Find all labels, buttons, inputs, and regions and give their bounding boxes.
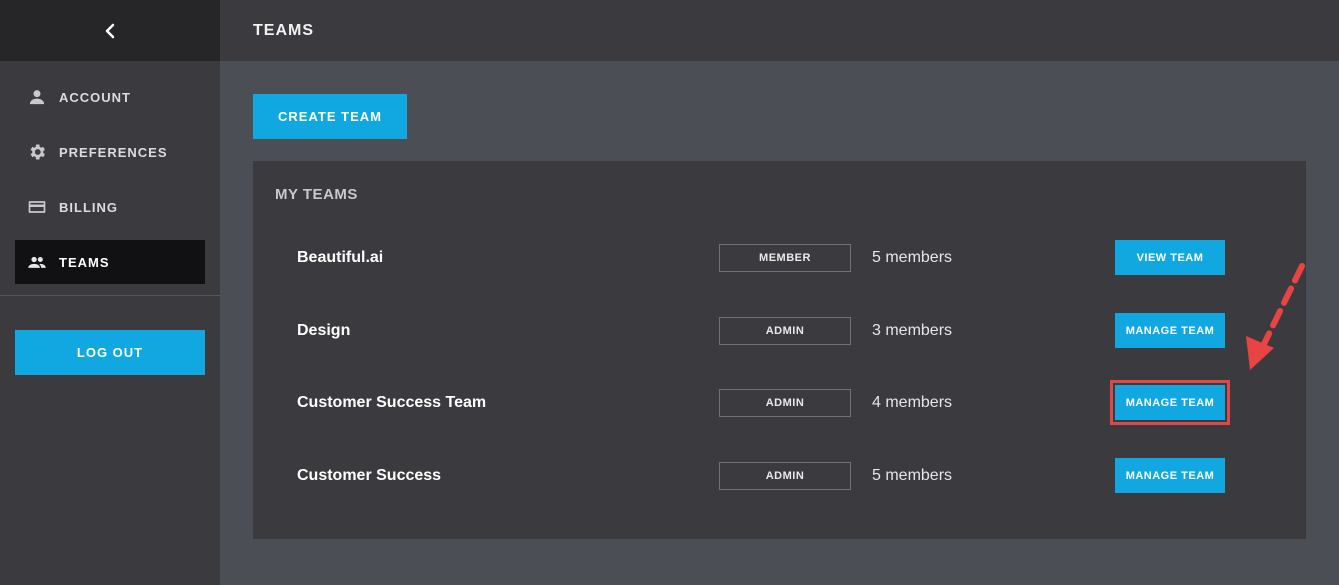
team-row: Customer Success Team ADMIN 4 members MA…: [253, 380, 1306, 425]
member-count: 4 members: [872, 394, 953, 411]
panel-title: MY TEAMS: [275, 186, 358, 203]
member-count: 5 members: [872, 249, 953, 266]
back-button[interactable]: [0, 0, 220, 61]
my-teams-panel: MY TEAMS Beautiful.ai MEMBER 5 members V…: [253, 161, 1306, 539]
sidebar-item-label: ACCOUNT: [59, 89, 131, 105]
role-badge: ADMIN: [719, 317, 851, 345]
sidebar-item-preferences[interactable]: PREFERENCES: [15, 130, 205, 174]
sidebar-item-label: BILLING: [59, 199, 118, 215]
view-team-button[interactable]: VIEW TEAM: [1115, 240, 1225, 275]
logout-button[interactable]: LOG OUT: [15, 330, 205, 375]
sidebar-item-label: PREFERENCES: [59, 144, 168, 160]
sidebar: ACCOUNT PREFERENCES BILLING TEAMS LOG OU…: [0, 0, 220, 585]
manage-team-button[interactable]: MANAGE TEAM: [1115, 313, 1225, 348]
credit-card-icon: [27, 197, 47, 217]
sidebar-item-label: TEAMS: [59, 254, 110, 270]
sidebar-item-teams[interactable]: TEAMS: [15, 240, 205, 284]
create-team-button[interactable]: CREATE TEAM: [253, 94, 407, 139]
sidebar-item-account[interactable]: ACCOUNT: [15, 75, 205, 119]
people-icon: [27, 252, 47, 272]
annotation-arrow-icon: [1246, 263, 1305, 370]
team-name: Design: [297, 322, 351, 339]
manage-team-button[interactable]: MANAGE TEAM: [1115, 458, 1225, 493]
person-icon: [27, 87, 47, 107]
page-title: TEAMS: [253, 21, 314, 39]
role-badge: MEMBER: [719, 244, 851, 272]
team-name: Customer Success: [297, 467, 442, 484]
manage-team-button[interactable]: MANAGE TEAM: [1110, 380, 1230, 425]
member-count: 3 members: [872, 322, 953, 339]
member-count: 5 members: [872, 467, 953, 484]
sidebar-divider: [0, 295, 220, 296]
team-name: Customer Success Team: [297, 394, 487, 411]
role-badge: ADMIN: [719, 389, 851, 417]
sidebar-nav: ACCOUNT PREFERENCES BILLING TEAMS: [0, 61, 220, 284]
team-name: Beautiful.ai: [297, 249, 384, 266]
sidebar-item-billing[interactable]: BILLING: [15, 185, 205, 229]
team-row: Design ADMIN 3 members MANAGE TEAM: [253, 312, 1306, 352]
gear-icon: [27, 142, 47, 162]
chevron-left-icon: [105, 23, 115, 38]
page-header: TEAMS: [220, 0, 1339, 61]
role-badge: ADMIN: [719, 462, 851, 490]
team-row: Customer Success ADMIN 5 members MANAGE …: [253, 457, 1306, 497]
team-row: Beautiful.ai MEMBER 5 members VIEW TEAM: [253, 239, 1306, 279]
